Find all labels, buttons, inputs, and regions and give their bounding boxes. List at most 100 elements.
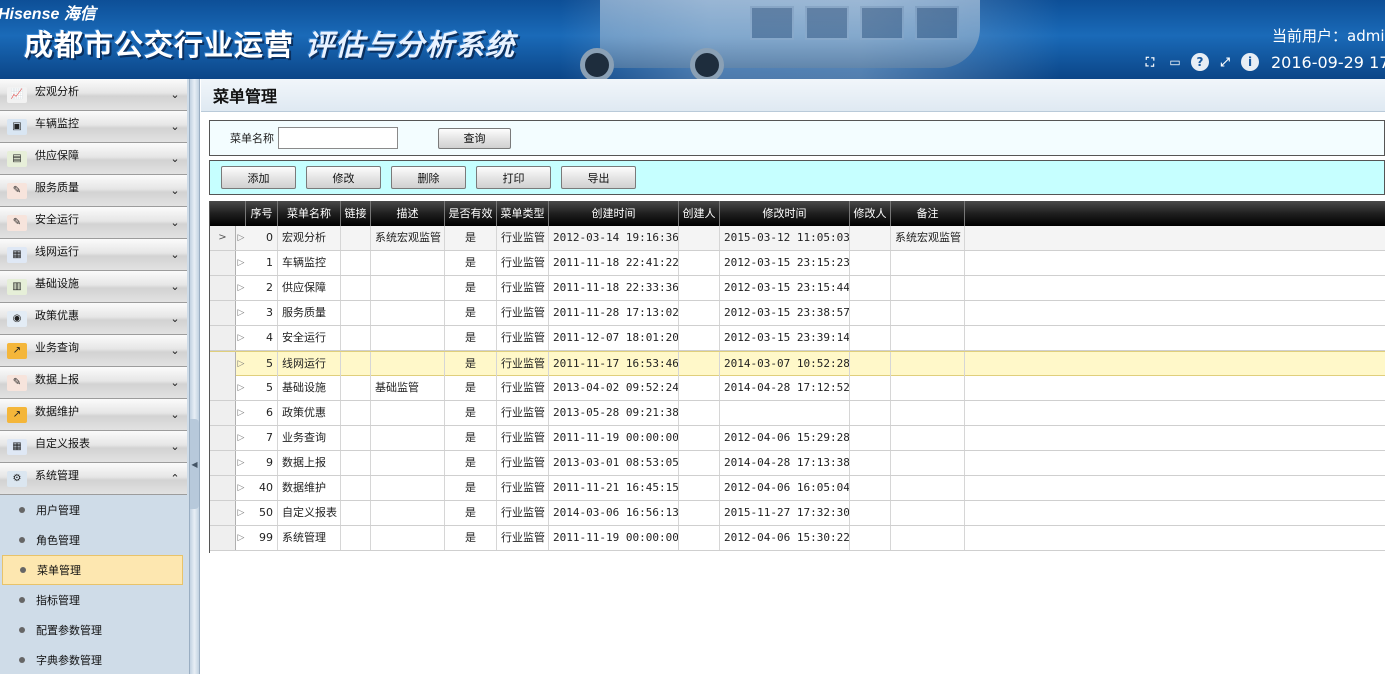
help-icon[interactable]: ?: [1191, 53, 1209, 71]
sidebar-subitem[interactable]: 指标管理: [0, 585, 189, 615]
table-row[interactable]: ▷ 5 基础设施 基础监管是行业监管 2013-04-02 09:52:24 2014-0…: [210, 376, 1385, 401]
table-row[interactable]: ▷ 40 数据维护 是行业监管 2011-11-21 16:45:15 2012-04-0…: [210, 476, 1385, 501]
delete-button[interactable]: 删除: [391, 166, 466, 189]
cell-created: 2011-11-17 16:53:46: [549, 352, 679, 376]
sidebar-item[interactable]: ✎ 数据上报 ⌄: [0, 367, 187, 399]
sidebar-item[interactable]: ▦ 线网运行 ⌄: [0, 239, 187, 271]
print-button[interactable]: 打印: [476, 166, 551, 189]
table-row[interactable]: ▷ 7 业务查询 是行业监管 2011-11-19 00:00:00 2012-04-06…: [210, 426, 1385, 451]
table-row[interactable]: ▷ 50 自定义报表 是行业监管 2014-03-06 16:56:13 2015-11-…: [210, 501, 1385, 526]
add-button[interactable]: 添加: [221, 166, 296, 189]
system-title: 成都市公交行业运营 评估与分析系统: [24, 22, 515, 64]
sidebar-item[interactable]: ▣ 车辆监控 ⌄: [0, 111, 187, 143]
row-header[interactable]: [210, 352, 236, 376]
cell-modifier: [850, 476, 891, 500]
row-header[interactable]: [210, 476, 236, 500]
cell-modified: 2012-04-06 15:29:28: [720, 426, 850, 450]
edit-button[interactable]: 修改: [306, 166, 381, 189]
row-header[interactable]: [210, 526, 236, 550]
row-header[interactable]: [210, 376, 236, 400]
table-row[interactable]: ▷ 1 车辆监控 是行业监管 2011-11-18 22:41:22 2012-03-15…: [210, 251, 1385, 276]
sidebar-item[interactable]: ▥ 基础设施 ⌄: [0, 271, 187, 303]
cell-link: [341, 352, 371, 376]
sidebar-splitter[interactable]: ◀: [190, 79, 200, 674]
expand-row-icon[interactable]: ▷: [236, 376, 246, 400]
expand-row-icon[interactable]: ▷: [236, 326, 246, 350]
expand-row-icon[interactable]: ▷: [236, 526, 246, 550]
cell-link: [341, 226, 371, 250]
table-row[interactable]: ▷ 9 数据上报 是行业监管 2013-03-01 08:53:05 2014-04-28…: [210, 451, 1385, 476]
keyboard-icon[interactable]: ▭: [1166, 53, 1184, 71]
menu-name-input[interactable]: [278, 127, 398, 149]
cell-desc: [371, 276, 445, 300]
sidebar-subitem[interactable]: 菜单管理: [2, 555, 183, 585]
column-header[interactable]: 是否有效: [445, 201, 497, 226]
sidebar-subitem[interactable]: 用户管理: [0, 495, 189, 525]
cell-valid: 是: [445, 401, 497, 425]
table-row[interactable]: > ▷ 0 宏观分析 系统宏观监管是行业监管 2012-03-14 19:16:36 201…: [210, 226, 1385, 251]
sidebar-item[interactable]: ▤ 供应保障 ⌄: [0, 143, 187, 175]
table-row[interactable]: ▷ 6 政策优惠 是行业监管 2013-05-28 09:21:38: [210, 401, 1385, 426]
expand-row-icon[interactable]: ▷: [236, 251, 246, 275]
column-header[interactable]: 修改人: [850, 201, 891, 226]
sidebar-item[interactable]: ▦ 自定义报表 ⌄: [0, 431, 187, 463]
sidebar-item[interactable]: 📈 宏观分析 ⌄: [0, 79, 187, 111]
expand-row-icon[interactable]: ▷: [236, 451, 246, 475]
column-header[interactable]: 描述: [371, 201, 445, 226]
column-header[interactable]: 菜单名称: [278, 201, 341, 226]
crop-icon[interactable]: ⛶: [1141, 53, 1159, 71]
sidebar-subitem[interactable]: 配置参数管理: [0, 615, 189, 645]
column-header[interactable]: 链接: [341, 201, 371, 226]
collapse-sidebar-icon[interactable]: ◀: [190, 419, 199, 509]
sidebar-item[interactable]: ↗ 数据维护 ⌄: [0, 399, 187, 431]
expand-row-icon[interactable]: ▷: [236, 352, 246, 376]
row-header[interactable]: [210, 426, 236, 450]
sidebar-subitem[interactable]: 角色管理: [0, 525, 189, 555]
table-row[interactable]: ▷ 4 安全运行 是行业监管 2011-12-07 18:01:20 2012-03-15…: [210, 326, 1385, 351]
menu-grid: 序号 菜单名称 链接 描述 是否有效 菜单类型 创建时间 创建人 修改时间 修改人 备注 > ▷ 0 宏观…: [209, 201, 1385, 553]
sidebar-item[interactable]: ◉ 政策优惠 ⌄: [0, 303, 187, 335]
column-header[interactable]: 修改时间: [720, 201, 850, 226]
info-icon[interactable]: i: [1241, 53, 1259, 71]
current-row-indicator-icon[interactable]: >: [210, 226, 236, 250]
cell-modified: 2012-03-15 23:15:23: [720, 251, 850, 275]
cell-creator: [679, 401, 720, 425]
row-header[interactable]: [210, 401, 236, 425]
expand-row-icon[interactable]: ▷: [236, 501, 246, 525]
column-header[interactable]: 创建人: [679, 201, 720, 226]
row-header[interactable]: [210, 276, 236, 300]
column-header[interactable]: 序号: [246, 201, 278, 226]
expand-row-icon[interactable]: ▷: [236, 226, 246, 250]
sidebar-item[interactable]: ⚙ 系统管理 ⌃: [0, 463, 187, 495]
expand-row-icon[interactable]: ▷: [236, 401, 246, 425]
table-row[interactable]: ▷ 3 服务质量 是行业监管 2011-11-28 17:13:02 2012-03-15…: [210, 301, 1385, 326]
expand-row-icon[interactable]: ▷: [236, 301, 246, 325]
expand-row-icon[interactable]: ▷: [236, 276, 246, 300]
expand-row-icon[interactable]: ▷: [236, 476, 246, 500]
expand-row-icon[interactable]: ▷: [236, 426, 246, 450]
fullscreen-icon[interactable]: ⤢: [1216, 53, 1234, 71]
export-button[interactable]: 导出: [561, 166, 636, 189]
cell-modifier: [850, 251, 891, 275]
sidebar-subitem[interactable]: 字典参数管理: [0, 645, 189, 674]
trend-icon: ↗: [7, 342, 27, 359]
column-header[interactable]: 创建时间: [549, 201, 679, 226]
row-header[interactable]: [210, 301, 236, 325]
system-title-main: 成都市公交行业运营: [24, 28, 295, 62]
sidebar-item-label: 服务质量: [35, 181, 79, 194]
sidebar-item[interactable]: ✎ 服务质量 ⌄: [0, 175, 187, 207]
row-header[interactable]: [210, 326, 236, 350]
sidebar-item[interactable]: ↗ 业务查询 ⌄: [0, 335, 187, 367]
table-row[interactable]: ▷ 2 供应保障 是行业监管 2011-11-18 22:33:36 2012-03-15…: [210, 276, 1385, 301]
sidebar-item[interactable]: ✎ 安全运行 ⌄: [0, 207, 187, 239]
row-header[interactable]: [210, 451, 236, 475]
column-header[interactable]: 备注: [891, 201, 965, 226]
table-row[interactable]: ▷ 5 线网运行 是行业监管 2011-11-17 16:53:46 2014-03-07…: [210, 351, 1385, 376]
table-row[interactable]: ▷ 99 系统管理 是行业监管 2011-11-19 00:00:00 2012-04-0…: [210, 526, 1385, 551]
cell-modifier: [850, 451, 891, 475]
column-header[interactable]: 菜单类型: [497, 201, 549, 226]
cell-name: 数据上报: [278, 451, 341, 475]
row-header[interactable]: [210, 501, 236, 525]
search-button[interactable]: 查询: [438, 127, 511, 149]
row-header[interactable]: [210, 251, 236, 275]
